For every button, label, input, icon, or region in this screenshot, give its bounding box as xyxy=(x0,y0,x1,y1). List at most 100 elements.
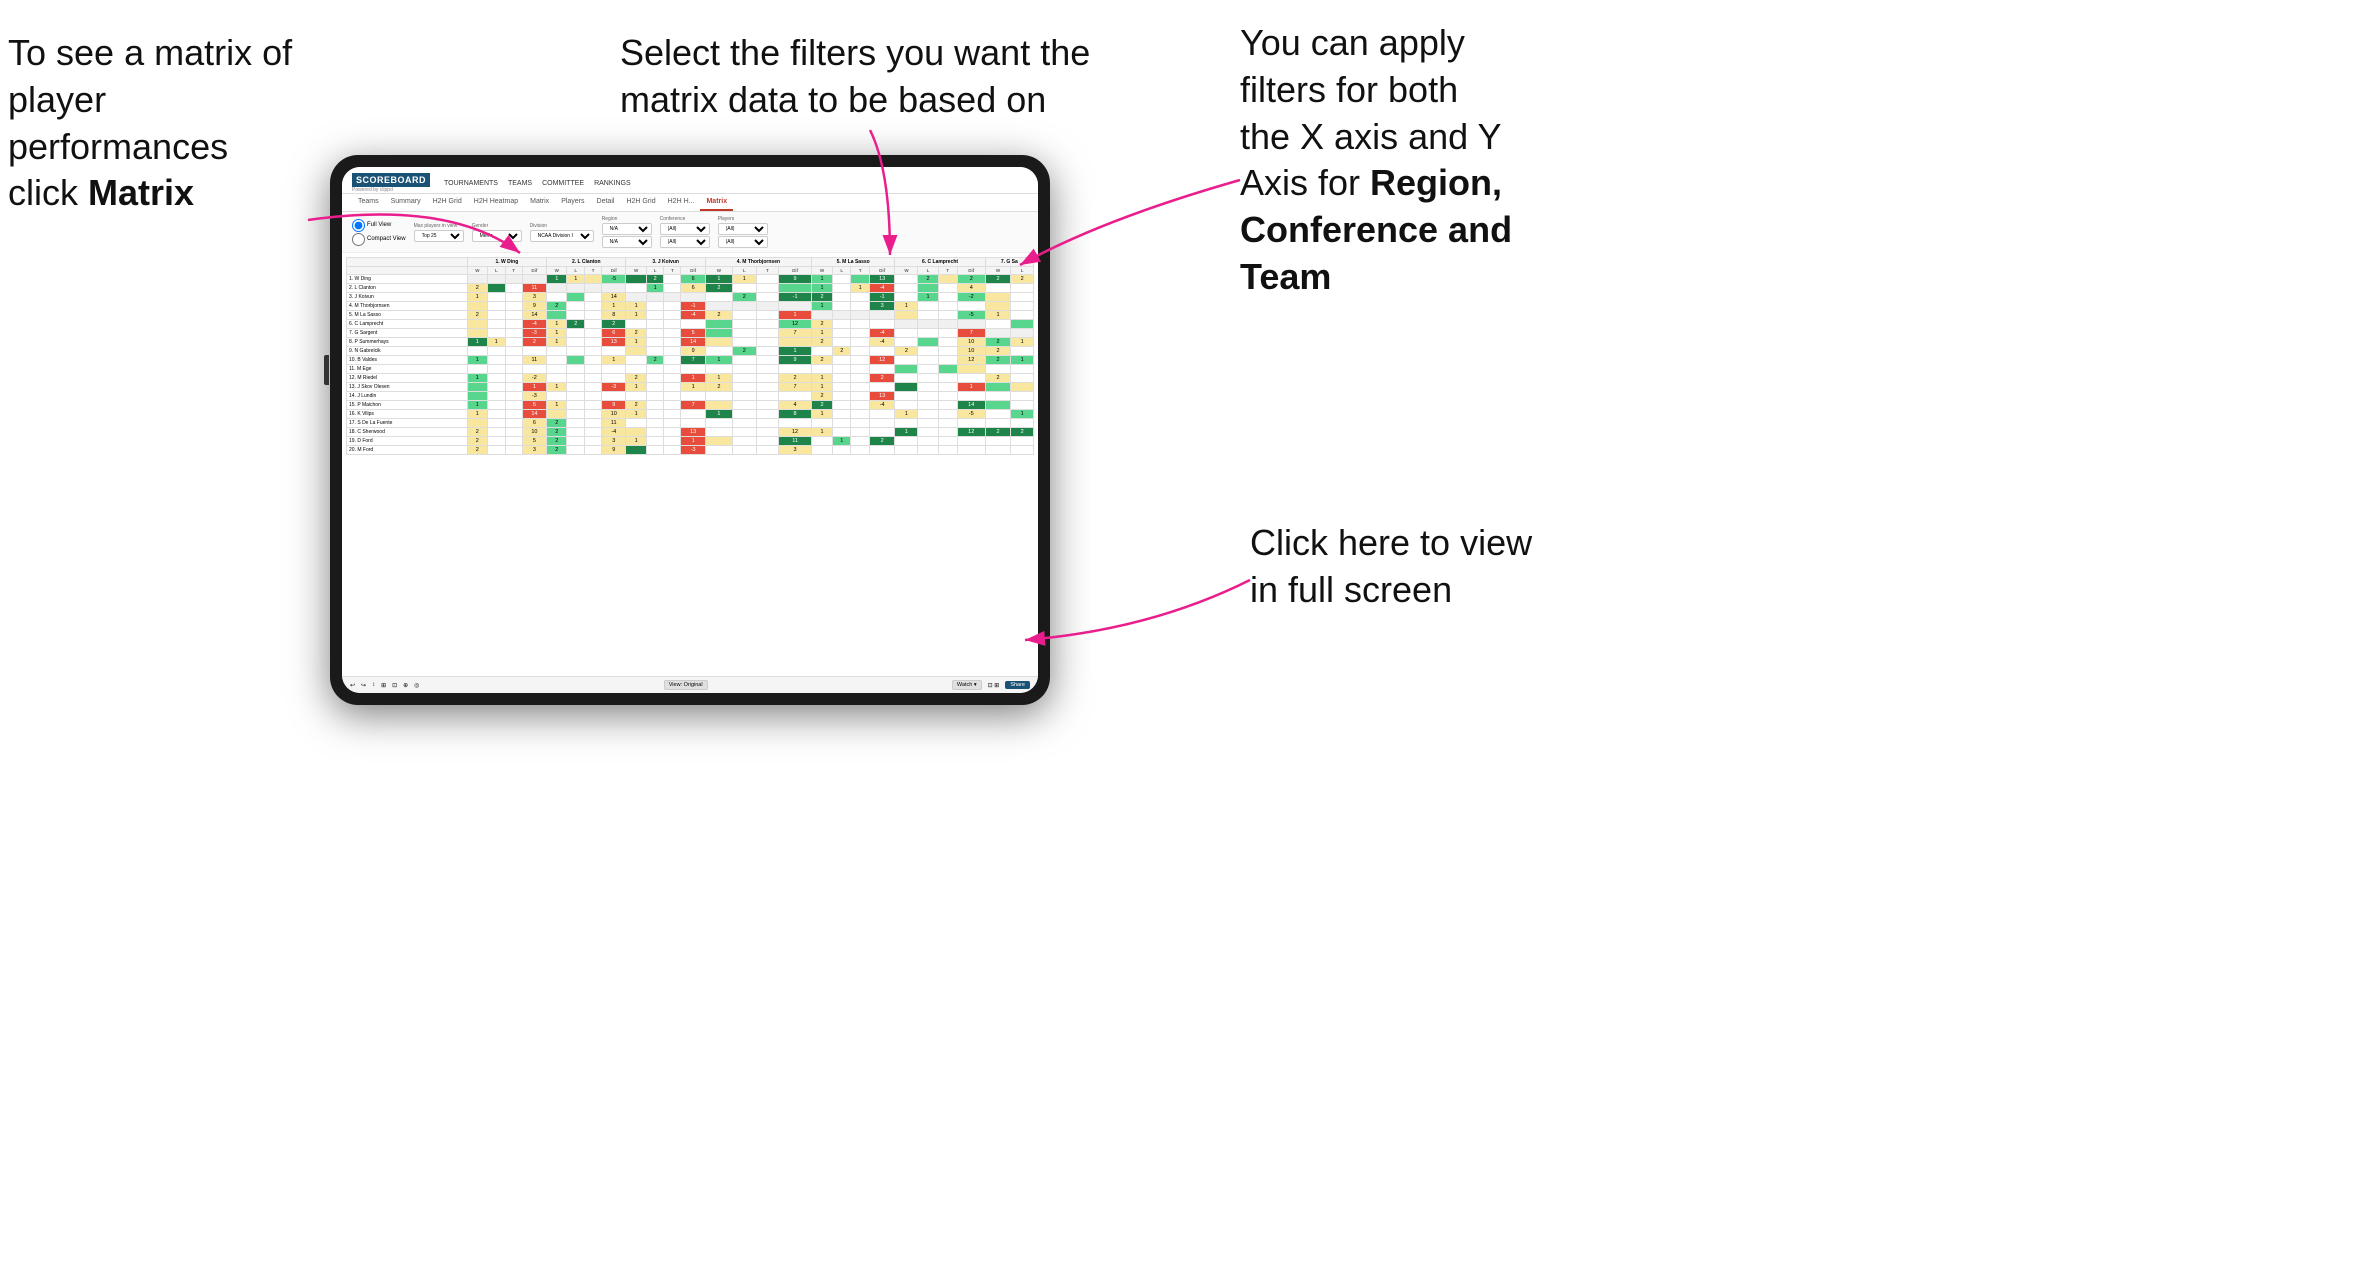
tab-teams[interactable]: Teams xyxy=(352,194,385,211)
matrix-cell xyxy=(487,311,505,320)
matrix-cell xyxy=(567,356,585,365)
matrix-cell xyxy=(547,293,567,302)
share-btn[interactable]: Share xyxy=(1005,681,1030,689)
table-row: 2. L Clanton21116211-44 xyxy=(347,284,1034,293)
matrix-cell: 1 xyxy=(547,320,567,329)
matrix-cell xyxy=(756,302,779,311)
watch-btn[interactable]: Watch ▾ xyxy=(952,680,982,690)
compact-view-option[interactable]: Compact View xyxy=(352,233,406,246)
matrix-cell: 12 xyxy=(779,320,812,329)
nav-tournaments[interactable]: TOURNAMENTS xyxy=(444,180,498,187)
matrix-cell xyxy=(756,410,779,419)
full-view-option[interactable]: Full View xyxy=(352,219,406,232)
gender-select[interactable]: Men's xyxy=(472,230,522,242)
tab-matrix-active[interactable]: Matrix xyxy=(700,194,733,211)
matrix-cell xyxy=(487,419,505,428)
player-name-cell: 11. M Ege xyxy=(347,365,468,374)
matrix-cell: -4 xyxy=(602,428,626,437)
matrix-cell xyxy=(664,338,681,347)
matrix-cell: -1 xyxy=(681,302,705,311)
matrix-cell xyxy=(664,446,681,455)
matrix-cell xyxy=(779,338,812,347)
expand-btn[interactable]: ⊡ xyxy=(392,682,397,689)
tab-h2h-grid-2[interactable]: H2H Grid xyxy=(620,194,661,211)
matrix-cell xyxy=(756,374,779,383)
matrix-cell: 1 xyxy=(602,356,626,365)
matrix-cell xyxy=(756,347,779,356)
conference-select-2[interactable]: (All) xyxy=(660,236,710,248)
matrix-cell xyxy=(664,347,681,356)
view-original-btn[interactable]: View: Original xyxy=(664,680,708,690)
matrix-cell xyxy=(895,329,918,338)
matrix-cell: 2 xyxy=(1011,428,1034,437)
matrix-cell xyxy=(705,446,732,455)
matrix-cell xyxy=(732,356,756,365)
matrix-cell xyxy=(1011,347,1034,356)
matrix-cell: 2 xyxy=(626,329,646,338)
matrix-cell xyxy=(918,383,938,392)
division-select[interactable]: NCAA Division I xyxy=(530,230,594,242)
tab-players[interactable]: Players xyxy=(555,194,590,211)
matrix-cell: 1 xyxy=(467,338,487,347)
matrix-cell xyxy=(505,293,522,302)
matrix-cell xyxy=(895,365,918,374)
matrix-cell xyxy=(487,365,505,374)
matrix-cell xyxy=(505,446,522,455)
matrix-cell xyxy=(585,446,602,455)
tab-matrix[interactable]: Matrix xyxy=(524,194,555,211)
redo-btn[interactable]: ↪ xyxy=(361,682,366,689)
players-select-2[interactable]: (All) xyxy=(718,236,768,248)
matrix-cell xyxy=(732,311,756,320)
matrix-cell xyxy=(938,446,957,455)
nav-teams[interactable]: TEAMS xyxy=(508,180,532,187)
matrix-cell xyxy=(467,365,487,374)
matrix-cell xyxy=(938,347,957,356)
matrix-cell xyxy=(664,392,681,401)
matrix-cell xyxy=(467,275,487,284)
matrix-cell xyxy=(833,356,851,365)
matrix-cell: 1 xyxy=(811,329,832,338)
matrix-cell xyxy=(487,293,505,302)
matrix-cell xyxy=(664,356,681,365)
matrix-cell xyxy=(869,428,895,437)
matrix-cell: 1 xyxy=(918,293,938,302)
tab-h2h-grid[interactable]: H2H Grid xyxy=(427,194,468,211)
reset-btn[interactable]: ↕ xyxy=(372,682,375,688)
matrix-cell xyxy=(567,338,585,347)
settings-btn[interactable]: ◎ xyxy=(414,682,419,689)
max-players-select[interactable]: Top 25 xyxy=(414,230,464,242)
tab-h2h-trunc[interactable]: H2H H... xyxy=(662,194,701,211)
filter-gender: Gender Men's xyxy=(472,223,522,242)
matrix-cell xyxy=(811,347,832,356)
grid-btn[interactable]: ⊞ xyxy=(381,682,386,689)
matrix-cell xyxy=(756,293,779,302)
matrix-cell xyxy=(585,311,602,320)
matrix-cell: 1 xyxy=(779,347,812,356)
matrix-cell xyxy=(957,419,985,428)
tab-summary[interactable]: Summary xyxy=(385,194,427,211)
player-name-cell: 13. J Skov Olesen xyxy=(347,383,468,392)
matrix-cell xyxy=(705,419,732,428)
matrix-cell xyxy=(646,419,664,428)
matrix-cell: 14 xyxy=(602,293,626,302)
region-select-1[interactable]: N/A xyxy=(602,223,652,235)
matrix-cell xyxy=(487,275,505,284)
logo-text: SCOREBOARD xyxy=(352,173,430,187)
matrix-cell xyxy=(895,374,918,383)
matrix-cell xyxy=(505,383,522,392)
tab-h2h-heatmap[interactable]: H2H Heatmap xyxy=(468,194,524,211)
matrix-cell xyxy=(732,284,756,293)
matrix-cell xyxy=(705,437,732,446)
players-select-1[interactable]: (All) xyxy=(718,223,768,235)
add-btn[interactable]: ⊕ xyxy=(403,682,408,689)
nav-rankings[interactable]: RANKINGS xyxy=(594,180,631,187)
conference-select-1[interactable]: (All) xyxy=(660,223,710,235)
matrix-cell xyxy=(585,374,602,383)
matrix-cell: 3 xyxy=(522,293,546,302)
tab-detail[interactable]: Detail xyxy=(591,194,621,211)
region-select-2[interactable]: N/A xyxy=(602,236,652,248)
undo-btn[interactable]: ↩ xyxy=(350,682,355,689)
matrix-cell: 1 xyxy=(626,338,646,347)
matrix-cell xyxy=(851,365,869,374)
nav-committee[interactable]: COMMITTEE xyxy=(542,180,584,187)
